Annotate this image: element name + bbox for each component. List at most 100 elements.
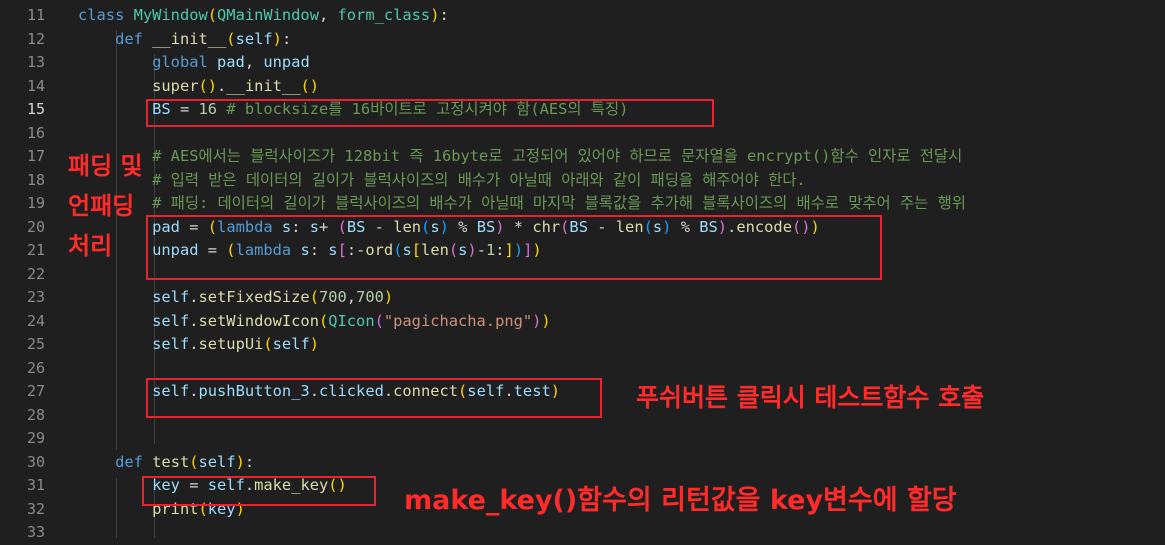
code-text[interactable]: # AES에서는 블럭사이즈가 128bit 즉 16byte로 고정되어 있어… (78, 145, 962, 169)
line-number: 23 (26, 288, 45, 306)
code-token: def (115, 452, 153, 471)
code-token: setupUi (198, 335, 264, 353)
code-line[interactable]: 33 (0, 521, 1165, 545)
code-token: , (244, 53, 264, 71)
code-text[interactable]: self.setFixedSize(700,700) (78, 286, 393, 310)
code-token: ) (383, 288, 394, 306)
code-token: , (346, 288, 357, 306)
line-number: 19 (26, 194, 45, 212)
code-token: __init__ (152, 29, 227, 48)
code-token: : (281, 29, 292, 48)
code-token: test (152, 452, 190, 471)
code-token: ( (189, 452, 199, 471)
code-line[interactable]: 18 # 입력 받은 데이터의 길이가 블럭사이즈의 배수가 아닐때 아래와 같… (0, 169, 1165, 193)
code-token: self (235, 29, 273, 48)
code-token: setWindowIcon (198, 311, 319, 330)
line-number: 27 (26, 382, 45, 400)
code-text[interactable]: # 입력 받은 데이터의 길이가 블럭사이즈의 배수가 아닐때 아래와 같이 패… (78, 169, 806, 193)
code-text[interactable]: self.setupUi(self) (78, 333, 319, 357)
code-token: # 입력 받은 데이터의 길이가 블럭사이즈의 배수가 아닐때 아래와 같이 패… (152, 170, 806, 189)
annotation-make-key-note: make_key()함수의 리턴값을 key변수에 할당 (404, 485, 957, 516)
highlight-box-make-key (142, 476, 376, 506)
code-token: QIcon (328, 311, 375, 330)
code-text[interactable]: def test(self): (78, 451, 254, 475)
code-token: self (198, 452, 236, 471)
code-token: # 패딩: 데이터의 길이가 블럭사이즈의 배수가 아닐때 마지막 블록값을 추… (152, 194, 966, 212)
code-line[interactable]: 29 (0, 427, 1165, 451)
code-line[interactable]: 26 (0, 357, 1165, 381)
line-number: 33 (26, 523, 45, 541)
line-number: 20 (26, 217, 45, 236)
line-number: 30 (26, 452, 45, 471)
line-number: 22 (26, 264, 45, 283)
code-line[interactable]: 23 self.setFixedSize(700,700) (0, 286, 1165, 310)
code-line[interactable]: 11 class MyWindow(QMainWindow, form_class… (0, 4, 1165, 28)
code-token: __init__ (226, 76, 301, 95)
code-token: form_class (337, 6, 431, 24)
code-line[interactable]: 25 self.setupUi(self) (0, 333, 1165, 357)
highlight-box-blocksize (146, 99, 714, 127)
code-token: ( (207, 6, 218, 24)
annotation-pushbutton-note: 푸쉬버튼 클릭시 테스트함수 호출 (636, 383, 985, 412)
line-number: 29 (26, 429, 45, 447)
code-text[interactable]: def __init__(self): (78, 28, 291, 52)
code-token: ( (226, 29, 236, 48)
code-token: super (152, 76, 199, 95)
code-line[interactable]: 14 super().__init__() (0, 75, 1165, 99)
code-line[interactable]: 12 def __init__(self): (0, 28, 1165, 52)
code-token: setFixedSize (198, 288, 310, 306)
line-number: 15 (26, 100, 45, 118)
code-line[interactable]: 24 self.setWindowIcon(QIcon("pagichacha.… (0, 310, 1165, 334)
code-text[interactable]: super().__init__() (78, 75, 319, 99)
code-token: . (189, 335, 199, 353)
code-token: () (198, 76, 218, 95)
code-token: ) (235, 452, 245, 471)
line-number: 16 (26, 123, 45, 142)
code-text[interactable]: global pad, unpad (78, 51, 310, 75)
annotation-padding-line3: 처리 (68, 232, 113, 260)
code-token: unpad (263, 53, 310, 71)
line-number: 26 (26, 358, 45, 377)
code-token: : (244, 452, 255, 471)
code-token: self (152, 311, 190, 330)
code-line[interactable]: 30 def test(self): (0, 451, 1165, 475)
code-token: , (318, 6, 338, 24)
code-text[interactable]: self.setWindowIcon(QIcon("pagichacha.png… (78, 310, 551, 334)
code-token: . (189, 311, 199, 330)
code-token: self (152, 335, 190, 353)
annotation-padding-line1: 패딩 및 (68, 152, 143, 180)
highlight-box-pushbutton (146, 378, 602, 418)
code-line[interactable]: 17 # AES에서는 블럭사이즈가 128bit 즉 16byte로 고정되어… (0, 145, 1165, 169)
code-token: : (439, 6, 449, 24)
code-text[interactable]: class MyWindow(QMainWindow, form_class): (78, 4, 449, 28)
code-token: global (152, 53, 218, 71)
code-token: ( (318, 311, 329, 330)
highlight-box-pad-unpad (146, 215, 882, 280)
line-number: 24 (26, 311, 45, 330)
code-token: ( (263, 335, 273, 353)
code-token: ( (309, 288, 319, 306)
code-token: # AES에서는 블럭사이즈가 128bit 즉 16byte로 고정되어 있어… (152, 147, 963, 165)
line-number: 28 (26, 405, 45, 424)
code-line[interactable]: 13 global pad, unpad (0, 51, 1165, 75)
line-number: 11 (26, 6, 45, 24)
code-token: "pagichacha.png" (383, 311, 533, 330)
code-token: ) (272, 29, 282, 48)
code-line[interactable]: 19 # 패딩: 데이터의 길이가 블럭사이즈의 배수가 아닐때 마지막 블록값… (0, 192, 1165, 216)
code-token: class (78, 6, 134, 24)
code-token: self (272, 335, 310, 353)
code-token: def (115, 29, 153, 48)
line-number: 12 (26, 29, 45, 48)
code-text[interactable]: # 패딩: 데이터의 길이가 블럭사이즈의 배수가 아닐때 마지막 블록값을 추… (78, 192, 966, 216)
code-token: self (152, 288, 190, 306)
code-token: . (189, 288, 199, 306)
line-number: 21 (26, 241, 45, 259)
